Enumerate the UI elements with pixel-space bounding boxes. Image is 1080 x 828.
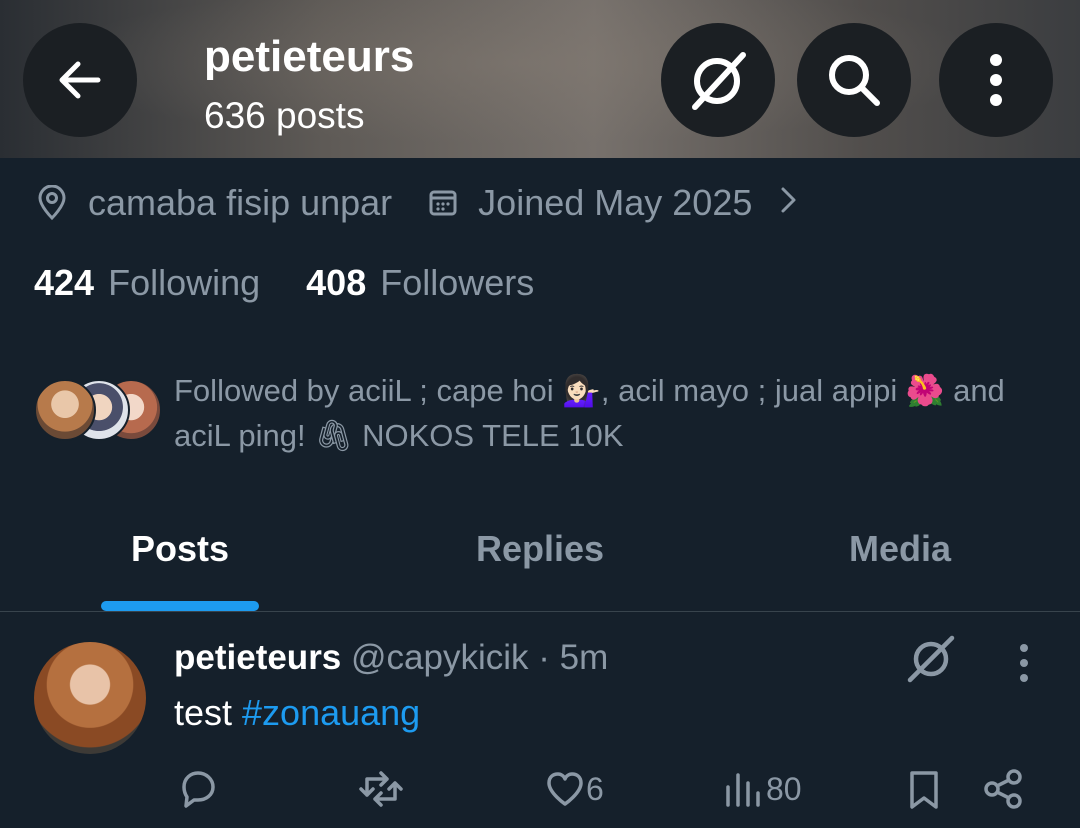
views-icon bbox=[726, 773, 760, 807]
calendar-icon bbox=[428, 188, 458, 218]
repost-button[interactable] bbox=[357, 766, 405, 812]
profile-header-name: petieteurs bbox=[204, 32, 415, 81]
view-count: 80 bbox=[766, 770, 802, 807]
like-count: 6 bbox=[586, 770, 604, 807]
heart-icon bbox=[547, 772, 583, 806]
profile-tabs: Posts Replies Media bbox=[0, 500, 1080, 612]
post-body: test #zonauang bbox=[174, 692, 420, 734]
chevron-right-icon[interactable] bbox=[778, 182, 800, 224]
following-count[interactable]: 424 bbox=[34, 262, 94, 304]
tab-replies[interactable]: Replies bbox=[360, 528, 720, 570]
post-author-avatar[interactable] bbox=[34, 642, 146, 754]
followed-by-text[interactable]: Followed by aciiL ; cape hoi 💁🏻‍♀️, acil… bbox=[174, 368, 1054, 458]
more-vertical-icon bbox=[1020, 644, 1028, 682]
search-button[interactable] bbox=[797, 23, 911, 137]
tabs-divider bbox=[0, 611, 1080, 612]
post-author-handle[interactable]: @capykicik bbox=[351, 638, 529, 677]
avatar bbox=[34, 379, 96, 441]
tab-posts[interactable]: Posts bbox=[0, 528, 360, 570]
profile-post-count: 636 posts bbox=[204, 95, 365, 136]
post-author-name[interactable]: petieteurs bbox=[174, 638, 341, 677]
location-pin-icon bbox=[36, 185, 68, 221]
post-hashtag[interactable]: #zonauang bbox=[242, 692, 420, 733]
bookmark-icon bbox=[910, 771, 938, 809]
followed-by-avatars[interactable] bbox=[34, 379, 162, 441]
profile-banner bbox=[0, 0, 1080, 158]
profile-location: camaba fisip unpar bbox=[88, 182, 393, 223]
reply-icon bbox=[182, 771, 215, 808]
grok-icon bbox=[692, 52, 746, 110]
profile-meta-row: camaba fisip unpar Joined May 2025 bbox=[36, 178, 800, 228]
followers-count[interactable]: 408 bbox=[306, 262, 366, 304]
following-label[interactable]: Following bbox=[108, 262, 260, 304]
post-text: test bbox=[174, 692, 243, 733]
post-grok-button[interactable] bbox=[904, 634, 958, 689]
like-button[interactable]: 6 bbox=[544, 766, 604, 812]
grok-icon bbox=[907, 635, 955, 683]
repost-icon bbox=[359, 771, 403, 807]
search-icon bbox=[829, 55, 880, 106]
share-icon bbox=[984, 769, 1022, 809]
back-button[interactable] bbox=[23, 23, 137, 137]
tab-media[interactable]: Media bbox=[720, 528, 1080, 570]
grok-button[interactable] bbox=[661, 23, 775, 137]
reply-button[interactable] bbox=[176, 766, 220, 812]
views-button[interactable]: 80 bbox=[722, 766, 802, 812]
more-vertical-icon bbox=[990, 54, 1002, 106]
followers-label[interactable]: Followers bbox=[380, 262, 534, 304]
post-header: petieteurs @capykicik · 5m bbox=[174, 638, 608, 678]
back-arrow-icon bbox=[59, 61, 101, 99]
post-more-button[interactable] bbox=[1014, 642, 1034, 689]
post-timestamp: · 5m bbox=[538, 638, 609, 677]
follow-stats: 424 Following 408 Followers bbox=[34, 262, 580, 304]
active-tab-indicator bbox=[101, 601, 259, 611]
profile-joined-date: Joined May 2025 bbox=[478, 182, 753, 223]
share-button[interactable] bbox=[982, 766, 1026, 812]
bookmark-button[interactable] bbox=[904, 766, 944, 812]
more-button[interactable] bbox=[939, 23, 1053, 137]
